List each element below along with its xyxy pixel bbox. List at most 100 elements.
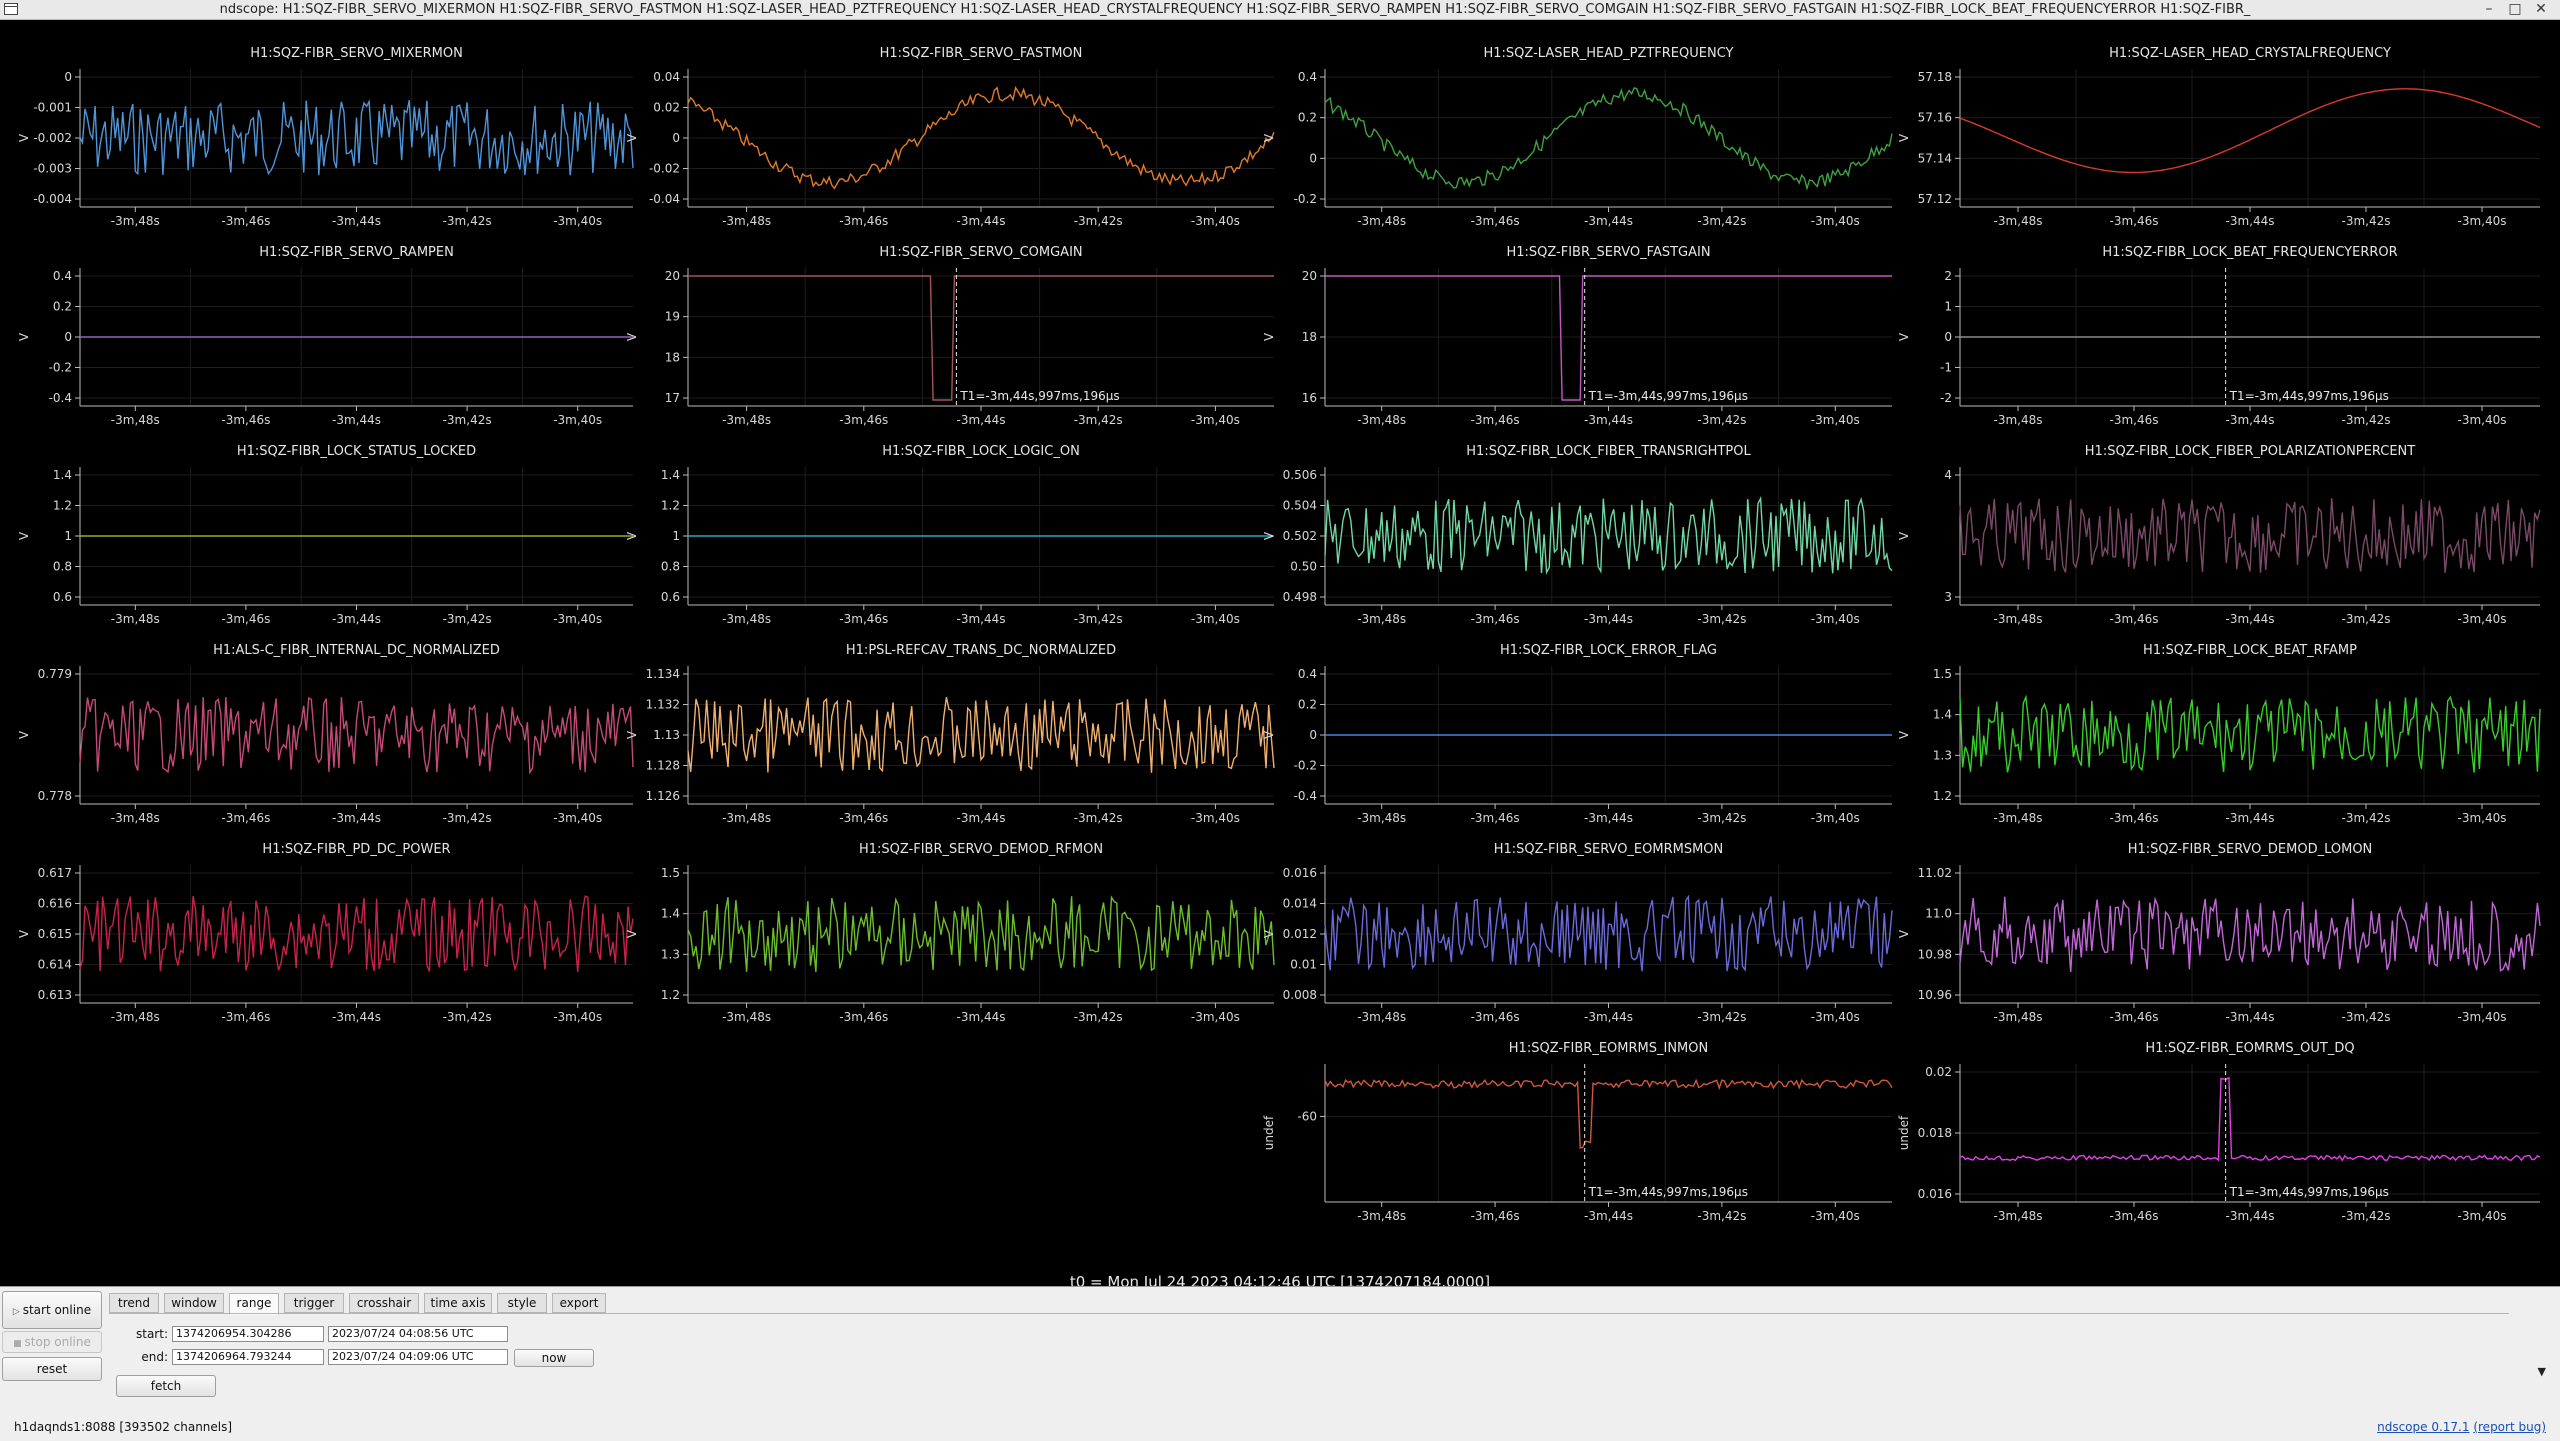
plot-panel[interactable]: H1:ALS-C_FIBR_INTERNAL_DC_NORMALIZED 0.77… — [17, 643, 634, 825]
x-tick-label: -3m,40s — [1191, 612, 1240, 626]
x-tick-label: -3m,44s — [1584, 413, 1633, 427]
plot-panel[interactable]: H1:SQZ-FIBR_LOCK_BEAT_FREQUENCYERROR 2 1 0 -… — [1897, 245, 2540, 427]
tab-crosshair[interactable]: crosshair — [349, 1293, 419, 1313]
y-tick-label: 0.498 — [1283, 590, 1317, 604]
plot-title: H1:SQZ-FIBR_LOCK_LOGIC_ON — [882, 444, 1080, 459]
x-tick-label: -3m,46s — [1471, 1010, 1520, 1024]
y-tick-label: 0 — [1309, 728, 1317, 742]
y-tick-label: 0.016 — [1918, 1187, 1952, 1201]
plot-grid[interactable]: H1:SQZ-FIBR_SERVO_MIXERMON 0 -0.001 -0.002 -… — [0, 20, 2560, 1291]
y-tick-label: 0.6 — [661, 590, 680, 604]
plot-panel[interactable]: H1:SQZ-LASER_HEAD_PZTFREQUENCY 0.4 0.2 0 -0.… — [1262, 46, 1893, 228]
plot-panel[interactable]: H1:SQZ-FIBR_LOCK_STATUS_LOCKED 1.4 1.2 1 0.8… — [17, 444, 633, 626]
x-tick-label: -3m,40s — [1811, 214, 1860, 228]
version-link[interactable]: ndscope 0.17.1 — [2377, 1420, 2469, 1434]
stop-online-button[interactable]: ■ stop online — [2, 1331, 102, 1353]
plot-panel[interactable]: H1:SQZ-FIBR_LOCK_ERROR_FLAG 0.4 0.2 0 -0.2 -0… — [1262, 643, 1892, 825]
plot-panel[interactable]: H1:SQZ-FIBR_SERVO_FASTMON 0.04 0.02 0 -0.02 -… — [625, 46, 1275, 228]
x-tick-label: -3m,40s — [2458, 1010, 2507, 1024]
plot-panel[interactable]: H1:SQZ-FIBR_EOMRMS_INMON -60 undef -3m,48s -… — [1262, 1041, 1893, 1223]
plot-panel[interactable]: H1:SQZ-FIBR_EOMRMS_OUT_DQ 0.02 0.018 0.016 u… — [1897, 1041, 2541, 1223]
y-tick-label: 2 — [1944, 269, 1952, 283]
start-online-button[interactable]: ▷ start online — [2, 1291, 102, 1329]
plot-panel[interactable]: H1:SQZ-FIBR_SERVO_EOMRMSMON 0.016 0.014 0.0… — [1262, 842, 1893, 1024]
plot-panel[interactable]: H1:SQZ-LASER_HEAD_CRYSTALFREQUENCY 57.18 5… — [1897, 46, 2541, 228]
tab-style[interactable]: style — [497, 1293, 547, 1313]
end-gps-field[interactable]: 1374206964.793244 — [172, 1349, 324, 1365]
now-button[interactable]: now — [514, 1349, 594, 1367]
report-bug-link[interactable]: (report bug) — [2473, 1420, 2546, 1434]
y-tick-label: 57.14 — [1918, 151, 1952, 165]
x-tick-label: -3m,40s — [2458, 214, 2507, 228]
plot-title: H1:SQZ-LASER_HEAD_PZTFREQUENCY — [1484, 46, 1734, 61]
cursor-t1-label: T1=-3m,44s,997ms,196µs — [959, 389, 1119, 403]
plot-panel[interactable]: H1:SQZ-FIBR_SERVO_DEMOD_LOMON 11.02 11.0 10… — [1897, 842, 2541, 1024]
start-utc-field[interactable]: 2023/07/24 04:08:56 UTC — [328, 1326, 508, 1342]
plot-title: H1:SQZ-FIBR_SERVO_DEMOD_LOMON — [2128, 842, 2373, 857]
play-icon: ▷ — [12, 1307, 23, 1317]
plot-panel[interactable]: H1:SQZ-FIBR_SERVO_COMGAIN 20 19 18 17 V -3m,48… — [625, 245, 1274, 427]
x-tick-label: -3m,44s — [957, 214, 1006, 228]
y-tick-label: 0 — [672, 131, 680, 145]
y-tick-label: 1.13 — [653, 728, 680, 742]
y-tick-label: 1 — [1944, 300, 1952, 314]
x-tick-label: -3m,44s — [1584, 811, 1633, 825]
tab-range[interactable]: range — [229, 1293, 279, 1315]
tab-trigger[interactable]: trigger — [284, 1293, 344, 1313]
x-tick-label: -3m,46s — [1471, 413, 1520, 427]
x-tick-label: -3m,42s — [2342, 811, 2391, 825]
plot-panel[interactable]: H1:SQZ-FIBR_SERVO_MIXERMON 0 -0.001 -0.002 -… — [17, 46, 634, 228]
tab-window[interactable]: window — [164, 1293, 224, 1313]
y-tick-label: 0.2 — [1298, 111, 1317, 125]
x-tick-label: -3m,42s — [2342, 1010, 2391, 1024]
fetch-button[interactable]: fetch — [116, 1375, 216, 1397]
plot-title: H1:SQZ-FIBR_LOCK_STATUS_LOCKED — [237, 444, 476, 459]
plot-panel[interactable]: H1:SQZ-FIBR_SERVO_DEMOD_RFMON 1.5 1.4 1.3 1.… — [625, 842, 1275, 1024]
plot-panel[interactable]: H1:SQZ-FIBR_PD_DC_POWER 0.617 0.616 0.615 0.… — [17, 842, 634, 1024]
maximize-button[interactable]: □ — [2504, 1, 2526, 17]
y-tick-label: 57.18 — [1918, 70, 1952, 84]
x-tick-label: -3m,46s — [2110, 1010, 2159, 1024]
signal-trace — [79, 697, 634, 775]
y-tick-label: 18 — [1302, 330, 1317, 344]
end-utc-field[interactable]: 2023/07/24 04:09:06 UTC — [328, 1349, 508, 1365]
x-tick-label: -3m,46s — [839, 214, 888, 228]
x-tick-label: -3m,48s — [722, 612, 771, 626]
chevron-down-icon[interactable]: ▼ — [2538, 1365, 2546, 1378]
x-tick-label: -3m,44s — [332, 811, 381, 825]
y-tick-label: 1.2 — [661, 988, 680, 1002]
y-tick-label: 0.4 — [1298, 70, 1317, 84]
y-axis-label: V — [1897, 531, 1911, 540]
tab-time-axis[interactable]: time axis — [424, 1293, 492, 1313]
minimize-button[interactable]: – — [2478, 1, 2500, 17]
start-gps-field[interactable]: 1374206954.304286 — [172, 1326, 324, 1342]
x-tick-label: -3m,46s — [2110, 612, 2159, 626]
x-tick-label: -3m,42s — [1697, 811, 1746, 825]
x-tick-label: -3m,40s — [2458, 413, 2507, 427]
plot-panel[interactable]: H1:SQZ-FIBR_SERVO_RAMPEN 0.4 0.2 0 -0.2 -0.4 V… — [17, 245, 633, 427]
plot-panel[interactable]: H1:SQZ-FIBR_LOCK_FIBER_TRANSRIGHTPOL 0.50… — [1262, 444, 1893, 626]
close-button[interactable]: ✕ — [2530, 1, 2552, 17]
x-tick-label: -3m,42s — [2342, 1209, 2391, 1223]
y-axis-label: V — [17, 730, 31, 739]
x-tick-label: -3m,42s — [443, 413, 492, 427]
x-tick-label: -3m,46s — [1471, 612, 1520, 626]
y-tick-label: 0.6 — [53, 590, 72, 604]
tab-trend[interactable]: trend — [109, 1293, 159, 1313]
signal-trace — [1324, 1078, 1893, 1149]
x-tick-label: -3m,40s — [2458, 811, 2507, 825]
tab-export[interactable]: export — [552, 1293, 606, 1313]
plot-panel[interactable]: H1:SQZ-FIBR_LOCK_BEAT_RFAMP 1.5 1.4 1.3 1.2 V… — [1897, 643, 2541, 825]
y-tick-label: 1.4 — [661, 907, 680, 921]
plot-panel[interactable]: H1:SQZ-FIBR_LOCK_LOGIC_ON 1.4 1.2 1 0.8 0.6 V -… — [625, 444, 1274, 626]
cursor-t1-label: T1=-3m,44s,997ms,196µs — [1588, 1185, 1748, 1199]
x-tick-label: -3m,48s — [1994, 1209, 2043, 1223]
plot-panel[interactable]: H1:PSL-REFCAV_TRANS_DC_NORMALIZED 1.134 1.… — [625, 643, 1275, 825]
y-axis-label: V — [17, 531, 31, 540]
y-axis-label: undef — [1262, 1115, 1276, 1150]
plot-panel[interactable]: H1:SQZ-FIBR_LOCK_FIBER_POLARIZATIONPERCE… — [1897, 444, 2541, 626]
y-axis-label: V — [17, 133, 31, 142]
reset-button[interactable]: reset — [2, 1357, 102, 1381]
y-tick-label: 10.98 — [1918, 947, 1952, 961]
plot-panel[interactable]: H1:SQZ-FIBR_SERVO_FASTGAIN 20 18 16 V -3m,48s… — [1262, 245, 1892, 427]
